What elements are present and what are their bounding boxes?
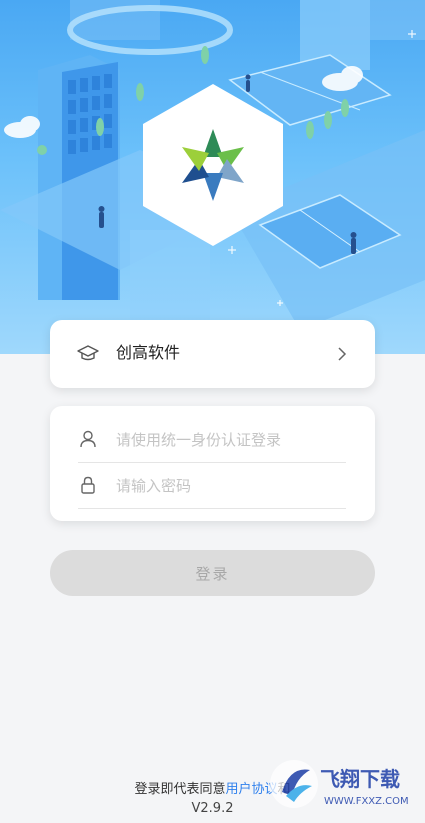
- graduation-cap-icon: [77, 344, 99, 366]
- password-input[interactable]: [114, 472, 343, 500]
- user-icon: [80, 430, 96, 452]
- campus-illustration: [0, 0, 425, 354]
- chevron-right-icon: [337, 346, 347, 366]
- school-name: 创高软件: [116, 343, 181, 362]
- login-button[interactable]: 登录: [50, 550, 375, 596]
- login-form: [50, 406, 375, 521]
- watermark-url: WWW.FXXZ.COM: [324, 796, 409, 807]
- app-logo: [139, 82, 287, 248]
- school-selector[interactable]: 创高软件: [50, 320, 375, 388]
- username-field: [78, 416, 346, 463]
- username-input[interactable]: [114, 426, 343, 454]
- watermark-logo: 飞翔下载 WWW.FXXZ.COM: [268, 752, 420, 816]
- watermark-title: 飞翔下载: [320, 767, 400, 791]
- password-field: [78, 462, 346, 509]
- lock-icon: [80, 476, 96, 498]
- agreement-prefix: 登录即代表同意: [134, 782, 226, 797]
